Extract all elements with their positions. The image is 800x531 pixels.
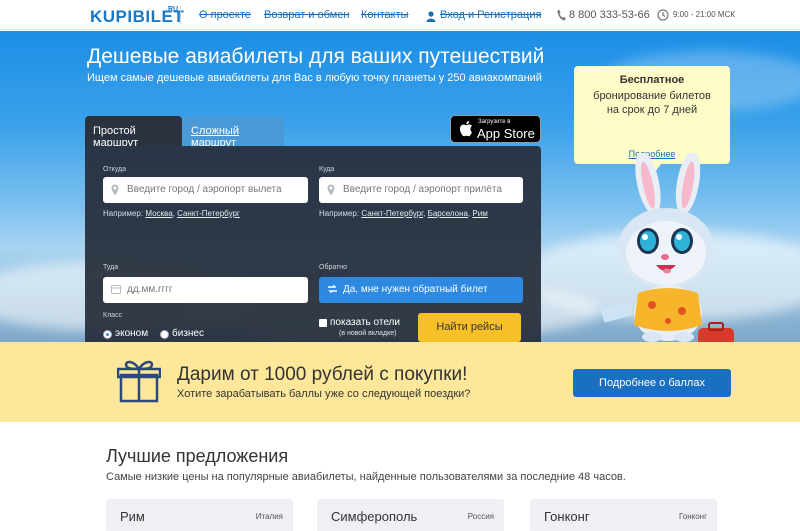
- logo-divider: [180, 6, 181, 24]
- top-nav-bar: KUPIBILET RU О проекте Возврат и обмен К…: [0, 0, 800, 30]
- offer-card[interactable]: Гонконг Гонконг: [530, 499, 717, 531]
- return-label: Обратно: [319, 264, 348, 271]
- calendar-icon: [111, 284, 121, 297]
- app-store-button[interactable]: Загрузите в App Store: [450, 115, 541, 143]
- to-label: Куда: [319, 166, 335, 173]
- to-input[interactable]: Введите город / аэропорт прилёта: [319, 177, 523, 203]
- logo-suffix: RU: [168, 6, 179, 13]
- swap-arrows-icon: [327, 284, 338, 297]
- class-economy-radio[interactable]: [103, 330, 112, 339]
- return-ticket-label: Да, мне нужен обратный билет: [343, 284, 488, 295]
- class-business-radio[interactable]: [160, 330, 169, 339]
- flight-search-form: Откуда Введите город / аэропорт вылета Н…: [85, 146, 541, 342]
- from-input[interactable]: Введите город / аэропорт вылета: [103, 177, 308, 203]
- phone-icon: [557, 8, 566, 26]
- location-pin-icon: [111, 184, 119, 199]
- to-placeholder: Введите город / аэропорт прилёта: [343, 184, 502, 195]
- apple-icon: [459, 120, 473, 142]
- class-economy-label: эконом: [115, 328, 149, 339]
- from-hint-city[interactable]: Санкт-Петербург: [177, 209, 240, 218]
- nav-login-link[interactable]: Вход и Регистрация: [440, 9, 541, 21]
- offer-country: Россия: [467, 512, 494, 521]
- bonus-banner: Дарим от 1000 рублей с покупки! Хотите з…: [0, 342, 800, 422]
- from-hint-city[interactable]: Москва: [145, 209, 172, 218]
- nav-contacts-link[interactable]: Контакты: [361, 9, 409, 21]
- from-placeholder: Введите город / аэропорт вылета: [127, 184, 282, 195]
- offer-card[interactable]: Симферополь Россия: [317, 499, 504, 531]
- promo-text-line: на срок до 7 дней: [606, 104, 698, 116]
- nav-refund-link[interactable]: Возврат и обмен: [264, 9, 349, 21]
- working-hours: 9:00 - 21:00 МСК: [673, 10, 736, 19]
- offer-country: Италия: [255, 512, 283, 521]
- from-hint: Например: Москва, Санкт-Петербург: [103, 209, 240, 218]
- user-icon: [426, 9, 436, 27]
- from-label: Откуда: [103, 166, 127, 173]
- nav-about-link[interactable]: О проекте: [199, 9, 251, 21]
- class-label: Класс: [103, 312, 123, 319]
- best-offers-title: Лучшие предложения: [106, 446, 289, 466]
- bonus-title: Дарим от 1000 рублей с покупки!: [177, 364, 468, 385]
- date-input[interactable]: дд.мм.гггг: [103, 277, 308, 303]
- promo-title: Бесплатное: [619, 74, 685, 86]
- location-pin-icon: [327, 184, 335, 199]
- to-hint-city[interactable]: Рим: [472, 209, 487, 218]
- bunny-mascot-illustration: [590, 151, 750, 342]
- class-business-label: бизнес: [172, 328, 204, 339]
- free-booking-promo: Бесплатное бронирование билетов на срок …: [574, 66, 730, 164]
- date-label: Туда: [103, 264, 119, 271]
- offer-city: Гонконг: [544, 509, 590, 524]
- offer-card[interactable]: Рим Италия: [106, 499, 293, 531]
- from-hint-prefix: Например:: [103, 209, 144, 218]
- show-hotels-checkbox[interactable]: [319, 319, 327, 327]
- find-flights-button[interactable]: Найти рейсы: [418, 313, 521, 342]
- best-offers-subtitle: Самые низкие цены на популярные авиабиле…: [106, 471, 626, 483]
- bonus-subtitle: Хотите зарабатывать баллы уже со следующ…: [177, 388, 471, 400]
- return-ticket-button[interactable]: Да, мне нужен обратный билет: [319, 277, 523, 303]
- to-hint: Например: Санкт-Петербург, Барселона, Ри…: [319, 209, 488, 218]
- app-store-label: App Store: [477, 126, 535, 141]
- show-hotels-note: (в новой вкладке): [339, 330, 397, 337]
- to-hint-prefix: Например:: [319, 209, 360, 218]
- clock-icon: [657, 8, 669, 26]
- support-phone: 8 800 333-53-66: [569, 9, 650, 21]
- gift-icon: [116, 357, 162, 408]
- hero-section: Дешевые авиабилеты для ваших путешествий…: [0, 31, 800, 342]
- offer-city: Рим: [120, 509, 145, 524]
- tab-complex-route[interactable]: Сложный маршрут: [183, 116, 284, 149]
- to-hint-city[interactable]: Санкт-Петербург: [361, 209, 423, 218]
- promo-text: бронирование билетов на срок до 7 дней: [574, 89, 730, 117]
- date-placeholder: дд.мм.гггг: [127, 284, 173, 295]
- bonus-more-button[interactable]: Подробнее о баллах: [573, 369, 731, 397]
- offer-city: Симферополь: [331, 509, 418, 524]
- offer-country: Гонконг: [678, 512, 707, 521]
- tab-simple-route[interactable]: Простой маршрут: [85, 116, 182, 149]
- hero-title: Дешевые авиабилеты для ваших путешествий: [87, 45, 545, 68]
- promo-text-line: бронирование билетов: [593, 90, 711, 102]
- app-store-caption: Загрузите в: [478, 119, 511, 125]
- to-hint-city[interactable]: Барселона: [428, 209, 468, 218]
- show-hotels-label: показать отели: [330, 317, 400, 328]
- hero-subtitle: Ищем самые дешевые авиабилеты для Вас в …: [87, 72, 542, 84]
